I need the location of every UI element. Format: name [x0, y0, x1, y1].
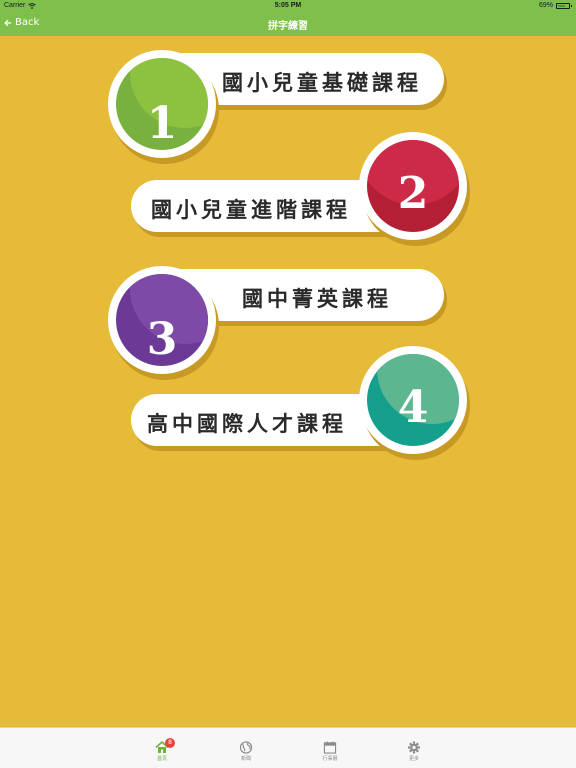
course-button-4[interactable]: 高中國際人才課程 4	[131, 346, 471, 458]
tab-bar: 8 首頁 新聞 行事曆 更多	[0, 727, 576, 768]
course-number: 2	[397, 168, 429, 219]
course-number-badge: 4	[359, 346, 467, 454]
tab-more[interactable]: 更多	[394, 741, 434, 762]
notification-badge: 8	[165, 738, 175, 748]
course-label: 高中國際人才課程	[147, 412, 347, 436]
tab-label: 新聞	[240, 756, 251, 762]
globe-icon	[239, 741, 253, 754]
navigation-bar: Back 拼字練習	[0, 12, 576, 36]
gear-icon	[408, 741, 420, 754]
course-label: 國小兒童基礎課程	[222, 71, 422, 95]
course-disc-fill: 2	[367, 140, 459, 232]
status-bar: Carrier 5:05 PM 69%	[0, 0, 576, 12]
tab-calendar[interactable]: 行事曆	[310, 741, 350, 762]
tab-label: 首頁	[156, 756, 167, 762]
tab-label: 行事曆	[322, 756, 338, 762]
course-number: 4	[397, 382, 429, 433]
course-button-2[interactable]: 國小兒童進階課程 2	[131, 132, 471, 244]
battery-icon	[556, 2, 572, 9]
course-disc-fill: 4	[367, 354, 459, 446]
course-label: 國中菁英課程	[242, 287, 392, 311]
course-label: 國小兒童進階課程	[151, 198, 351, 222]
calendar-icon	[323, 741, 337, 754]
tab-home[interactable]: 8 首頁	[142, 738, 182, 762]
tab-news[interactable]: 新聞	[226, 741, 266, 762]
battery-indicator: 69%	[538, 2, 572, 9]
tab-label: 更多	[408, 756, 419, 762]
status-time: 5:05 PM	[274, 2, 302, 9]
course-number-badge: 2	[359, 132, 467, 240]
battery-percent: 69%	[538, 2, 553, 9]
page-title: 拼字練習	[268, 21, 308, 32]
